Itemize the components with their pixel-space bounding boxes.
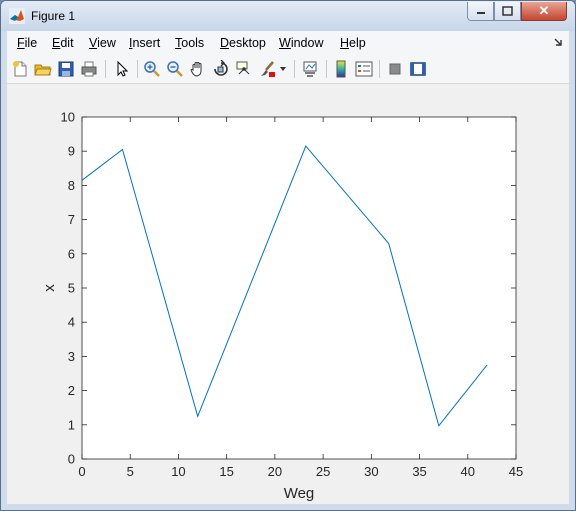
save-icon	[58, 61, 74, 77]
rotate-3d-icon	[214, 60, 228, 76]
menu-file[interactable]: File	[17, 36, 37, 50]
menu-bar: File Edit View Insert Tools Desktop Wind…	[7, 31, 569, 55]
figure-canvas[interactable]: 0 5 10 15 20 25 30 35 40 45 0 1 2 3 4 5 6 7 8 9 10 Weg x	[7, 84, 569, 504]
data-cursor-icon	[236, 61, 250, 75]
y-tick-label: 5	[68, 281, 75, 296]
toolbar-separator	[326, 60, 327, 78]
new-figure-button[interactable]	[9, 58, 31, 80]
toolbar-separator	[294, 60, 295, 78]
y-tick-label: 6	[68, 246, 75, 261]
new-figure-icon	[13, 61, 27, 77]
x-tick-label: 5	[127, 464, 134, 479]
x-axis-label: Weg	[284, 485, 315, 502]
link-plot-button[interactable]	[299, 58, 321, 80]
x-tick-label: 0	[78, 464, 85, 479]
toolbar-separator	[105, 60, 106, 78]
menu-window[interactable]: Window	[279, 36, 323, 50]
y-tick-label: 0	[68, 452, 75, 467]
y-tick-label: 8	[68, 178, 75, 193]
figure-window: Figure 1 ✕ File Edit View Insert Tools D…	[0, 0, 576, 511]
x-tick-label: 15	[219, 464, 233, 479]
dock-figure-icon[interactable]	[553, 37, 563, 47]
data-cursor-button[interactable]	[233, 58, 255, 80]
y-tick-label: 7	[68, 212, 75, 227]
y-tick-label: 4	[68, 315, 75, 330]
menu-view[interactable]: View	[89, 36, 116, 50]
y-axis-label: x	[41, 284, 58, 292]
show-plot-tools-icon	[410, 62, 426, 76]
pan-hand-icon	[190, 62, 202, 77]
edit-plot-arrow-icon	[117, 60, 129, 77]
close-icon: ✕	[538, 3, 550, 18]
chevron-down-icon	[280, 67, 286, 71]
close-button[interactable]: ✕	[521, 2, 567, 21]
minimize-icon	[476, 12, 485, 14]
title-bar[interactable]: Figure 1 ✕	[1, 1, 575, 31]
rotate-3d-button[interactable]	[210, 58, 232, 80]
menu-help[interactable]: Help	[340, 36, 366, 50]
x-tick-label: 45	[509, 464, 523, 479]
print-icon	[81, 61, 97, 77]
hide-plot-tools-button[interactable]	[384, 58, 406, 80]
insert-legend-icon	[355, 61, 373, 77]
zoom-out-button[interactable]	[164, 58, 186, 80]
y-tick-label: 9	[68, 144, 75, 159]
x-tick-label: 35	[412, 464, 426, 479]
insert-colorbar-button[interactable]	[330, 58, 352, 80]
menu-tools[interactable]: Tools	[175, 36, 204, 50]
save-button[interactable]	[55, 58, 77, 80]
print-button[interactable]	[78, 58, 100, 80]
show-plot-tools-button[interactable]	[407, 58, 429, 80]
y-tick-label: 3	[68, 349, 75, 364]
line-plot[interactable]: 0 5 10 15 20 25 30 35 40 45012345678910Wegx	[7, 84, 569, 504]
maximize-icon	[502, 6, 513, 16]
toolbar-separator	[379, 60, 380, 78]
hide-plot-tools-icon	[389, 63, 401, 75]
pan-button[interactable]	[187, 58, 209, 80]
zoom-in-icon	[144, 61, 160, 77]
y-tick-label: 2	[68, 383, 75, 398]
menu-desktop[interactable]: Desktop	[220, 36, 266, 50]
y-tick-label: 1	[68, 417, 75, 432]
x-tick-label: 20	[268, 464, 282, 479]
zoom-out-icon	[167, 61, 183, 77]
link-plot-icon	[303, 61, 317, 77]
menu-edit[interactable]: Edit	[52, 36, 74, 50]
figure-client-area: File Edit View Insert Tools Desktop Wind…	[7, 31, 569, 504]
insert-legend-button[interactable]	[353, 58, 375, 80]
matlab-logo-icon	[9, 8, 25, 24]
toolbar-separator	[137, 60, 138, 78]
axes-box	[81, 116, 517, 460]
maximize-button[interactable]	[494, 2, 521, 21]
x-tick-label: 25	[316, 464, 330, 479]
window-title: Figure 1	[31, 9, 76, 23]
x-tick-label: 30	[364, 464, 378, 479]
x-tick-label: 10	[171, 464, 185, 479]
brush-dropdown-button[interactable]	[277, 58, 289, 80]
figure-toolbar	[7, 55, 569, 84]
zoom-in-button[interactable]	[141, 58, 163, 80]
edit-plot-button[interactable]	[111, 58, 133, 80]
brush-button[interactable]	[257, 58, 279, 80]
open-file-button[interactable]	[32, 58, 54, 80]
menu-insert[interactable]: Insert	[129, 36, 160, 50]
y-tick-label: 10	[61, 110, 75, 125]
brush-icon	[261, 61, 275, 77]
open-file-icon	[34, 64, 52, 76]
x-tick-label: 40	[461, 464, 475, 479]
insert-colorbar-icon	[336, 60, 346, 78]
minimize-button[interactable]	[467, 2, 494, 21]
